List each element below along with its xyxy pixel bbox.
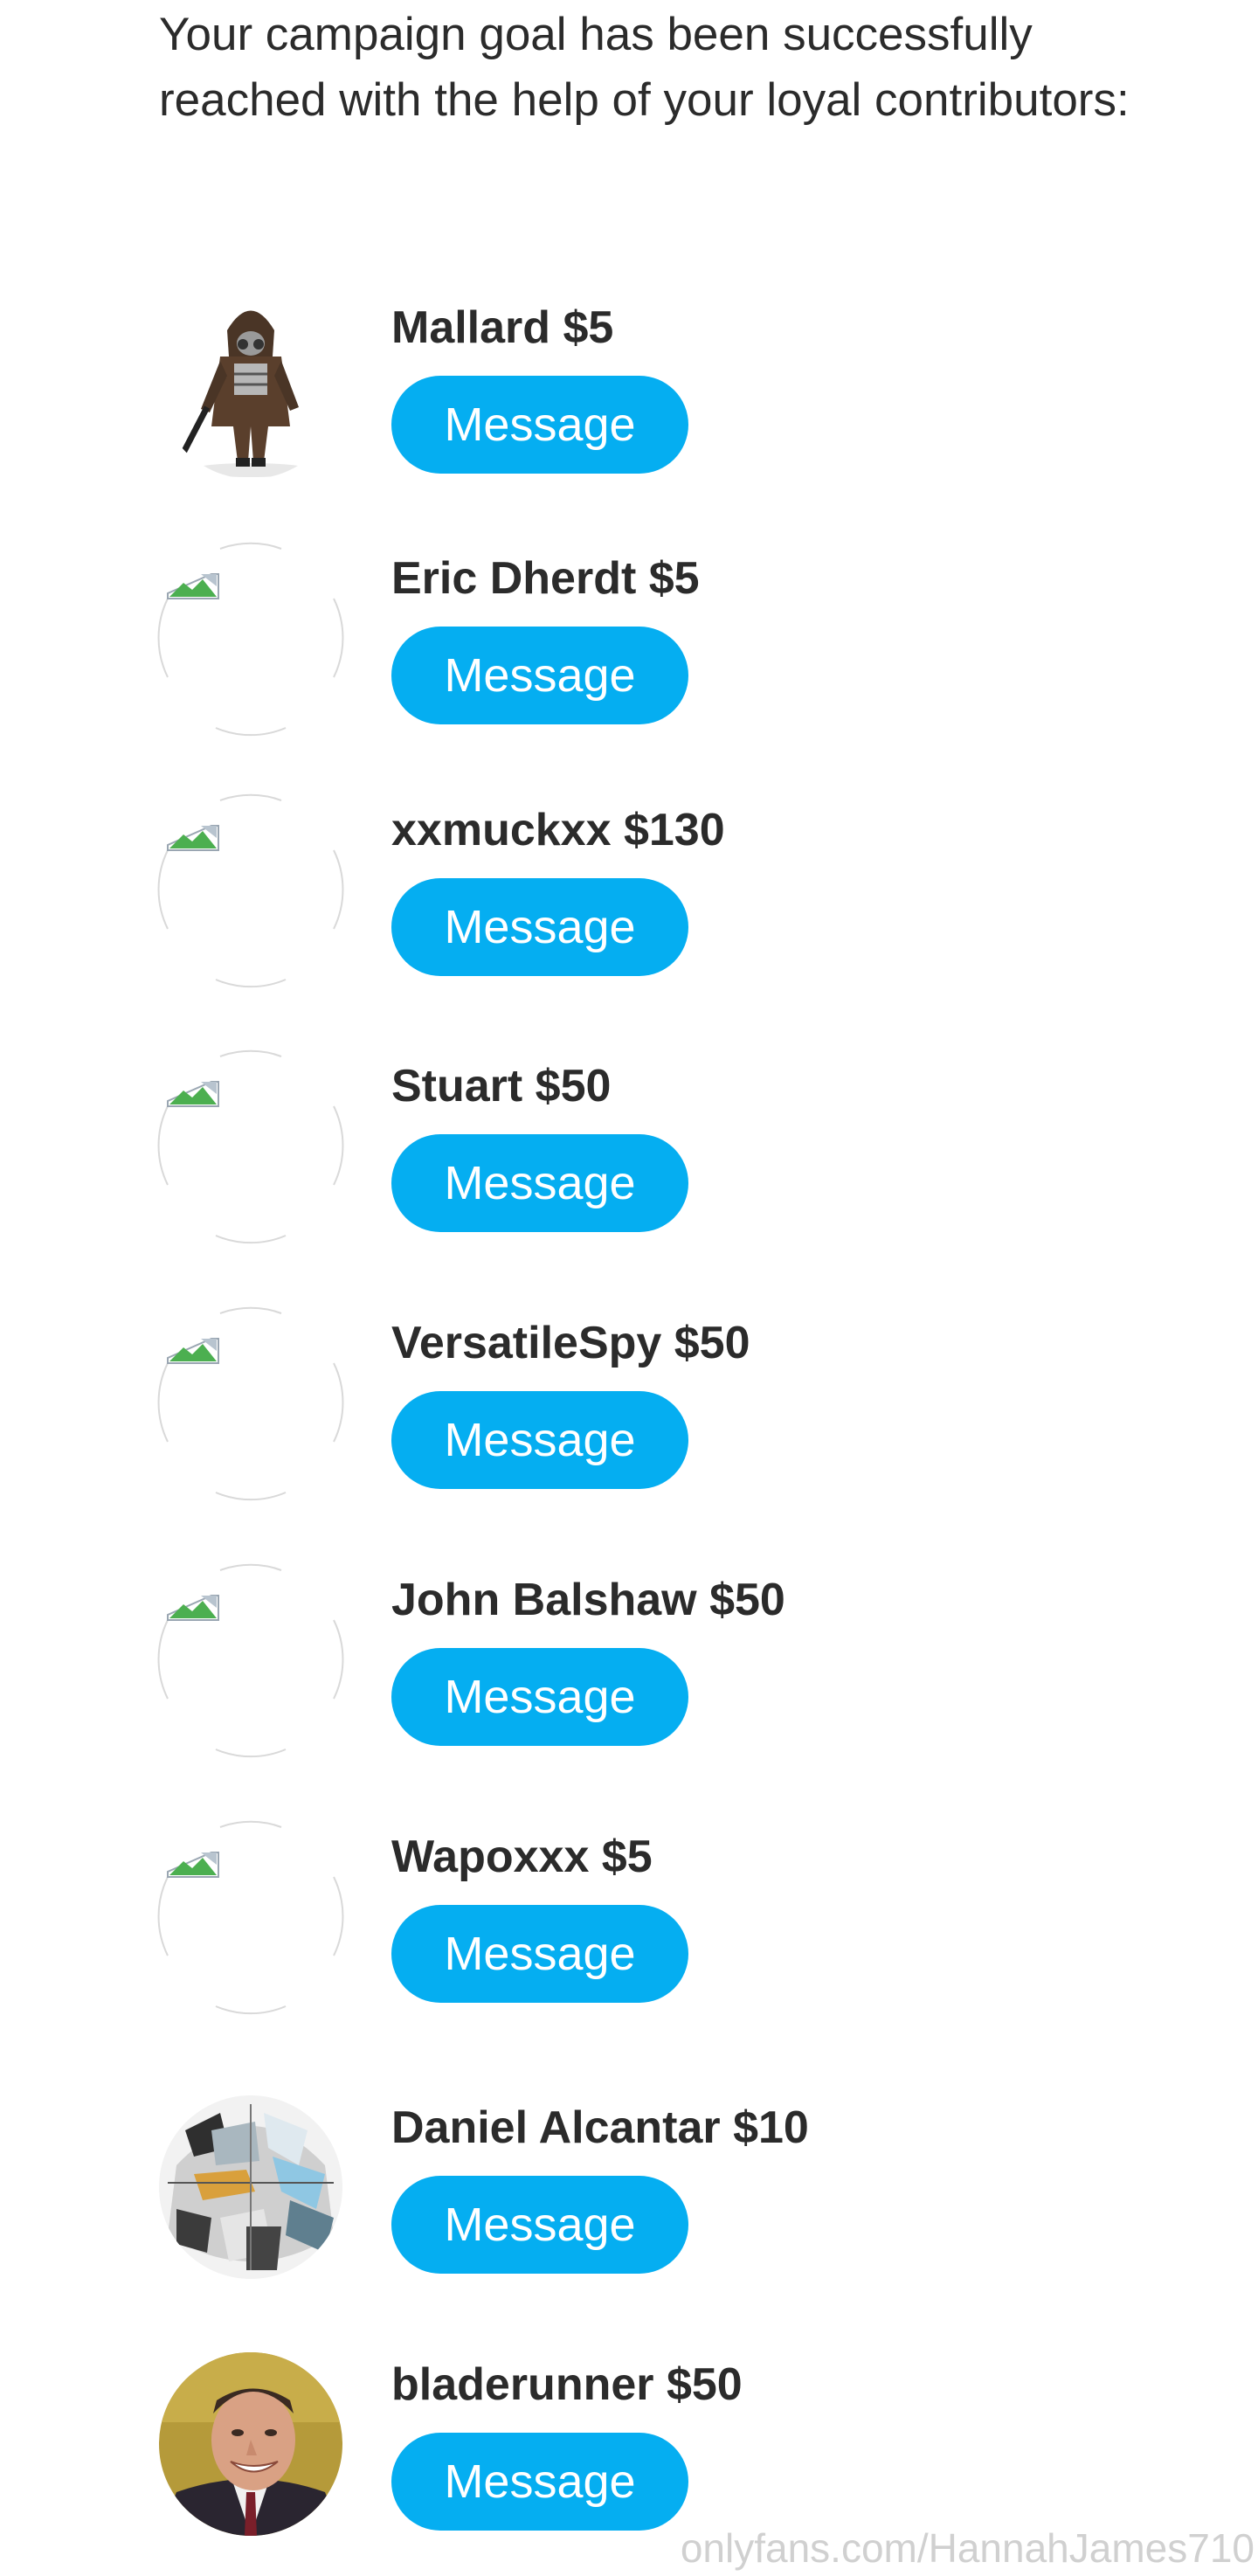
message-button[interactable]: Message	[391, 1391, 688, 1489]
contributor-row: John Balshaw $50 Message	[0, 1563, 1258, 1777]
helmet-art-icon[interactable]	[159, 2095, 342, 2279]
message-button[interactable]: Message	[391, 878, 688, 976]
contributor-name: Daniel Alcantar $10	[391, 2102, 809, 2153]
message-button[interactable]: Message	[391, 2433, 688, 2531]
contributor-name: Eric Dherdt $5	[391, 553, 700, 604]
message-button[interactable]: Message	[391, 376, 688, 474]
contributor-name: xxmuckxx $130	[391, 805, 725, 855]
contributor-row: Eric Dherdt $5 Message	[0, 542, 1258, 756]
watermark: onlyfans.com/HannahJames710	[680, 2525, 1255, 2571]
contributor-name: Wapoxxx $5	[391, 1832, 653, 1882]
contributor-list: Mallard $5 Message Eric Dherdt $5 Messag…	[0, 0, 1258, 2576]
contributor-name: Stuart $50	[391, 1061, 612, 1111]
contributor-row: xxmuckxx $130 Message	[0, 793, 1258, 1008]
contributor-row: Stuart $50 Message	[0, 1049, 1258, 1264]
broken-image-icon[interactable]	[157, 542, 344, 737]
message-button[interactable]: Message	[391, 1134, 688, 1232]
contributor-row: Wapoxxx $5 Message	[0, 1820, 1258, 2034]
contributor-name: VersatileSpy $50	[391, 1318, 750, 1368]
contributor-row: Mallard $5 Message	[0, 295, 1258, 505]
smiling-man-photo[interactable]	[159, 2352, 342, 2536]
broken-image-icon[interactable]	[157, 1049, 344, 1244]
broken-image-icon[interactable]	[157, 1563, 344, 1758]
contributor-name: John Balshaw $50	[391, 1575, 785, 1625]
contributor-row: VersatileSpy $50 Message	[0, 1306, 1258, 1520]
hooded-character-icon[interactable]	[159, 295, 342, 479]
contributor-name: Mallard $5	[391, 302, 614, 353]
contributor-row: Daniel Alcantar $10 Message	[0, 2095, 1258, 2305]
message-button[interactable]: Message	[391, 627, 688, 724]
message-button[interactable]: Message	[391, 1905, 688, 2003]
message-button[interactable]: Message	[391, 1648, 688, 1746]
broken-image-icon[interactable]	[157, 793, 344, 988]
broken-image-icon[interactable]	[157, 1820, 344, 2015]
contributor-name: bladerunner $50	[391, 2359, 743, 2410]
message-button[interactable]: Message	[391, 2176, 688, 2274]
broken-image-icon[interactable]	[157, 1306, 344, 1501]
